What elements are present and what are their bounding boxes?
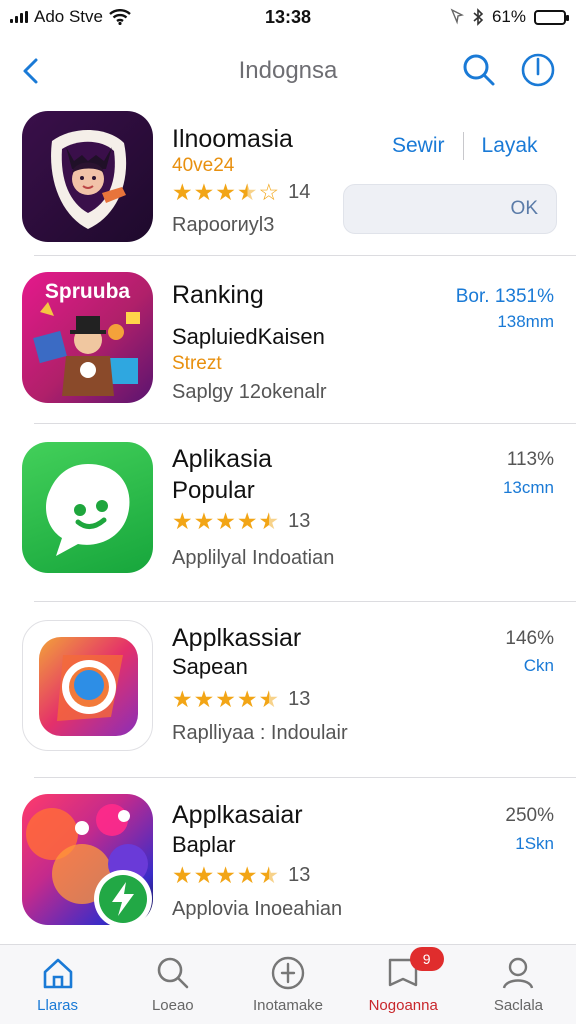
tab-search[interactable]: Loeao (115, 945, 230, 1024)
star-full-icon: ★ (236, 508, 258, 534)
tab-label: Inotamake (252, 997, 324, 1014)
rating-count: 13 (288, 864, 311, 886)
app-name: Ranking (172, 281, 264, 309)
bluetooth-icon (473, 8, 484, 26)
app-description: Rapoorиyl3 (172, 214, 275, 236)
app-subtitle: Sapean (172, 654, 248, 679)
compass-plus-icon (271, 956, 305, 990)
app-stat: 113% (506, 449, 554, 470)
wifi-icon (109, 9, 131, 25)
star-full-icon: ★ (193, 508, 215, 534)
sewir-link[interactable]: Sewir (392, 134, 445, 158)
app-list: Ilnoomasia 40ve24 ★ ★ ★ ★ ☆ 14 Rapoorиyl3 Sew… (0, 104, 576, 944)
tab-label: Llaras (37, 997, 79, 1014)
carrier-name: Ado Stve (34, 7, 103, 26)
app-name: Ilnoomasia (172, 125, 293, 153)
app-size: 138mm (497, 312, 554, 331)
star-full-icon: ★ (193, 179, 215, 205)
back-chevron-icon[interactable] (16, 50, 46, 90)
star-full-icon: ★ (172, 508, 193, 534)
gradient-camera-icon[interactable] (22, 620, 153, 751)
search-icon (157, 957, 189, 989)
app-tag: Strezt (172, 353, 222, 374)
app-version: 40ve24 (172, 155, 235, 176)
tab-explore[interactable]: Inotamake (230, 945, 345, 1024)
app-subtitle: Baplar (172, 832, 236, 857)
star-full-icon: ★ (236, 686, 258, 712)
list-item[interactable]: Ilnoomasia 40ve24 ★ ★ ★ ★ ☆ 14 Rapoorиyl3 Sew… (0, 104, 576, 256)
power-icon[interactable] (518, 50, 558, 90)
star-full-icon: ★ (172, 862, 193, 888)
star-rating: ★ ★ ★ ★ ☆ 14 (172, 181, 310, 204)
star-full-icon: ★ (172, 179, 193, 205)
app-description: Applovia Inoeahian (172, 898, 343, 920)
list-item[interactable]: Applkasaiar Baplar ★ ★ ★ ★ ★ 13 Applovia Inoe… (0, 778, 576, 944)
icon-label: Spruuba (44, 280, 131, 303)
colorful-blob-lightning-icon[interactable] (22, 794, 153, 928)
location-icon (450, 8, 464, 25)
tab-bookmarks[interactable]: 9 Nogoanna (346, 945, 461, 1024)
app-description: Raplliyaa : Indoulair (172, 722, 348, 744)
app-size: 13cmn (502, 478, 554, 497)
tab-label: Saclala (493, 997, 544, 1014)
app-name: Applkassiar (172, 624, 302, 652)
list-item[interactable]: Aplikasia Popular ★ ★ ★ ★ ★ 13 Applilyal Indo… (0, 424, 576, 602)
app-description: Saplgy 12okenalr (172, 381, 327, 403)
app-stat: Bor. 1351% (455, 286, 554, 307)
tab-label: Loeao (151, 997, 194, 1014)
app-stat: 146% (505, 628, 554, 649)
star-half-icon: ★ (236, 179, 258, 205)
person-icon (503, 957, 534, 989)
status-time: 13:38 (264, 6, 312, 27)
home-icon (43, 958, 72, 989)
star-rating: ★ ★ ★ ★ ★ 13 (172, 688, 310, 711)
tab-label: Nogoanna (368, 997, 438, 1014)
rating-count: 14 (288, 181, 311, 203)
masked-woman-icon[interactable] (22, 111, 153, 242)
star-full-icon: ★ (172, 686, 193, 712)
app-subtitle: Popular (172, 477, 255, 504)
tab-bar: Llaras Loeao Inotamake 9 Nogoanna Saclal… (0, 944, 576, 1024)
app-name: Applkasaiar (172, 801, 303, 829)
battery-percent: 61% (491, 7, 526, 26)
status-bar: Ado Stve 13:38 61% (0, 0, 576, 34)
divider (462, 132, 464, 160)
star-full-icon: ★ (236, 862, 258, 888)
star-half-icon: ★ (258, 686, 280, 712)
app-size: Ckn (523, 656, 554, 675)
list-item[interactable]: Applkassiar Sapean ★ ★ ★ ★ ★ 13 Raplliyaa : I… (0, 602, 576, 778)
list-item[interactable]: Spruuba Ranking SapluiedKaisen Strezt Sa… (0, 256, 576, 424)
notification-badge: 9 (409, 947, 444, 971)
cellular-signal-icon (10, 11, 28, 23)
tab-profile[interactable]: Saclala (461, 945, 576, 1024)
app-description: Applilyal Indoatian (172, 547, 335, 569)
app-subtitle: SapluiedKaisen (172, 324, 325, 349)
star-full-icon: ★ (215, 179, 236, 205)
cartoon-characters-icon[interactable]: Spruuba (22, 272, 153, 403)
star-full-icon: ★ (215, 686, 236, 712)
star-empty-icon: ☆ (258, 179, 280, 205)
tab-home[interactable]: Llaras (0, 945, 115, 1024)
star-half-icon: ★ (258, 508, 280, 534)
star-full-icon: ★ (193, 686, 215, 712)
layak-link[interactable]: Layak (482, 134, 538, 158)
rating-count: 13 (288, 688, 311, 710)
ok-button[interactable]: OK (343, 184, 557, 234)
star-rating: ★ ★ ★ ★ ★ 13 (172, 864, 310, 887)
action-links: Sewir Layak (392, 132, 538, 160)
app-size: 1Skn (515, 834, 554, 853)
star-rating: ★ ★ ★ ★ ★ 13 (172, 510, 310, 533)
app-name: Aplikasia (172, 445, 273, 473)
star-half-icon: ★ (258, 862, 280, 888)
star-full-icon: ★ (215, 508, 236, 534)
chat-bubble-leaf-icon[interactable] (22, 442, 153, 573)
battery-icon (534, 9, 569, 25)
nav-bar: Indognsa (0, 40, 576, 100)
star-full-icon: ★ (215, 862, 236, 888)
lightning-badge-icon (94, 870, 152, 928)
app-stat: 250% (505, 805, 554, 826)
star-full-icon: ★ (193, 862, 215, 888)
search-icon[interactable] (460, 51, 498, 89)
rating-count: 13 (288, 510, 311, 532)
